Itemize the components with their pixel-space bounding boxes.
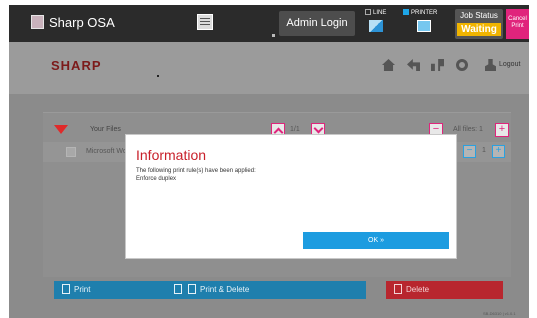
document-icon <box>174 284 182 295</box>
app-title: Sharp OSA <box>49 15 115 30</box>
print-label: Print <box>511 23 524 29</box>
decorative-dot <box>157 75 159 77</box>
logout-button[interactable]: Logout <box>499 61 520 68</box>
trash-icon <box>394 284 402 295</box>
divider <box>272 34 275 37</box>
keyboard-icon[interactable] <box>197 14 213 30</box>
document-icon <box>62 284 70 295</box>
line-indicator-icon <box>365 9 371 15</box>
delete-button-label: Delete <box>406 285 430 294</box>
sharp-logo: SHARP <box>51 58 102 73</box>
delete-button[interactable]: Delete <box>386 281 503 299</box>
back-icon[interactable] <box>407 59 420 71</box>
all-files-count: All files: 1 <box>453 126 483 133</box>
dialog-rule: Enforce duplex <box>136 176 177 182</box>
expand-folder-icon[interactable] <box>54 125 68 134</box>
top-bar: Sharp OSA Admin Login LINE PRINTER Job S… <box>9 5 529 42</box>
device-screen: Sharp OSA Admin Login LINE PRINTER Job S… <box>9 5 529 318</box>
printer-status-icon <box>417 20 431 32</box>
file-checkbox[interactable] <box>66 147 76 157</box>
copies-plus-button[interactable]: + <box>492 145 505 158</box>
swap-icon[interactable] <box>431 59 444 71</box>
printer-status: PRINTER <box>403 9 437 16</box>
logout-icon[interactable] <box>485 59 496 71</box>
line-status: LINE <box>365 9 386 16</box>
cancel-print-button[interactable]: Cancel Print <box>506 9 529 39</box>
print-delete-button-label: Print & Delete <box>200 285 250 294</box>
print-and-delete-button[interactable]: Print & Delete <box>166 281 366 299</box>
job-status-label: Job Status <box>460 11 498 20</box>
line-label: LINE <box>373 10 387 16</box>
copies-value: 1 <box>482 147 486 154</box>
version-label: SB-D6310 | v1.0.1 <box>483 311 516 316</box>
select-all-button[interactable]: + <box>495 123 509 137</box>
trash-icon <box>188 284 196 295</box>
information-dialog: Information The following print rule(s) … <box>125 134 457 259</box>
line-status-icon <box>369 20 383 32</box>
cancel-label: Cancel <box>508 16 527 22</box>
dialog-title: Information <box>136 147 207 163</box>
copies-minus-button[interactable]: − <box>463 145 476 158</box>
app-icon <box>31 15 44 29</box>
admin-login-button[interactable]: Admin Login <box>279 11 355 36</box>
settings-icon[interactable] <box>456 59 468 71</box>
job-status-badge: Waiting <box>457 23 501 36</box>
job-status-button[interactable]: Job Status Waiting <box>455 9 503 39</box>
ok-button[interactable]: OK » <box>303 232 449 249</box>
print-button-label: Print <box>74 285 91 294</box>
home-icon[interactable] <box>382 59 395 71</box>
header: SHARP Logout <box>9 42 529 94</box>
your-files-label: Your Files <box>90 126 121 133</box>
dialog-body: The following print rule(s) have been ap… <box>136 167 256 183</box>
page-indicator: 1/1 <box>290 126 300 133</box>
dialog-message: The following print rule(s) have been ap… <box>136 168 256 174</box>
printer-indicator-icon <box>403 9 409 15</box>
printer-label: PRINTER <box>411 10 438 16</box>
